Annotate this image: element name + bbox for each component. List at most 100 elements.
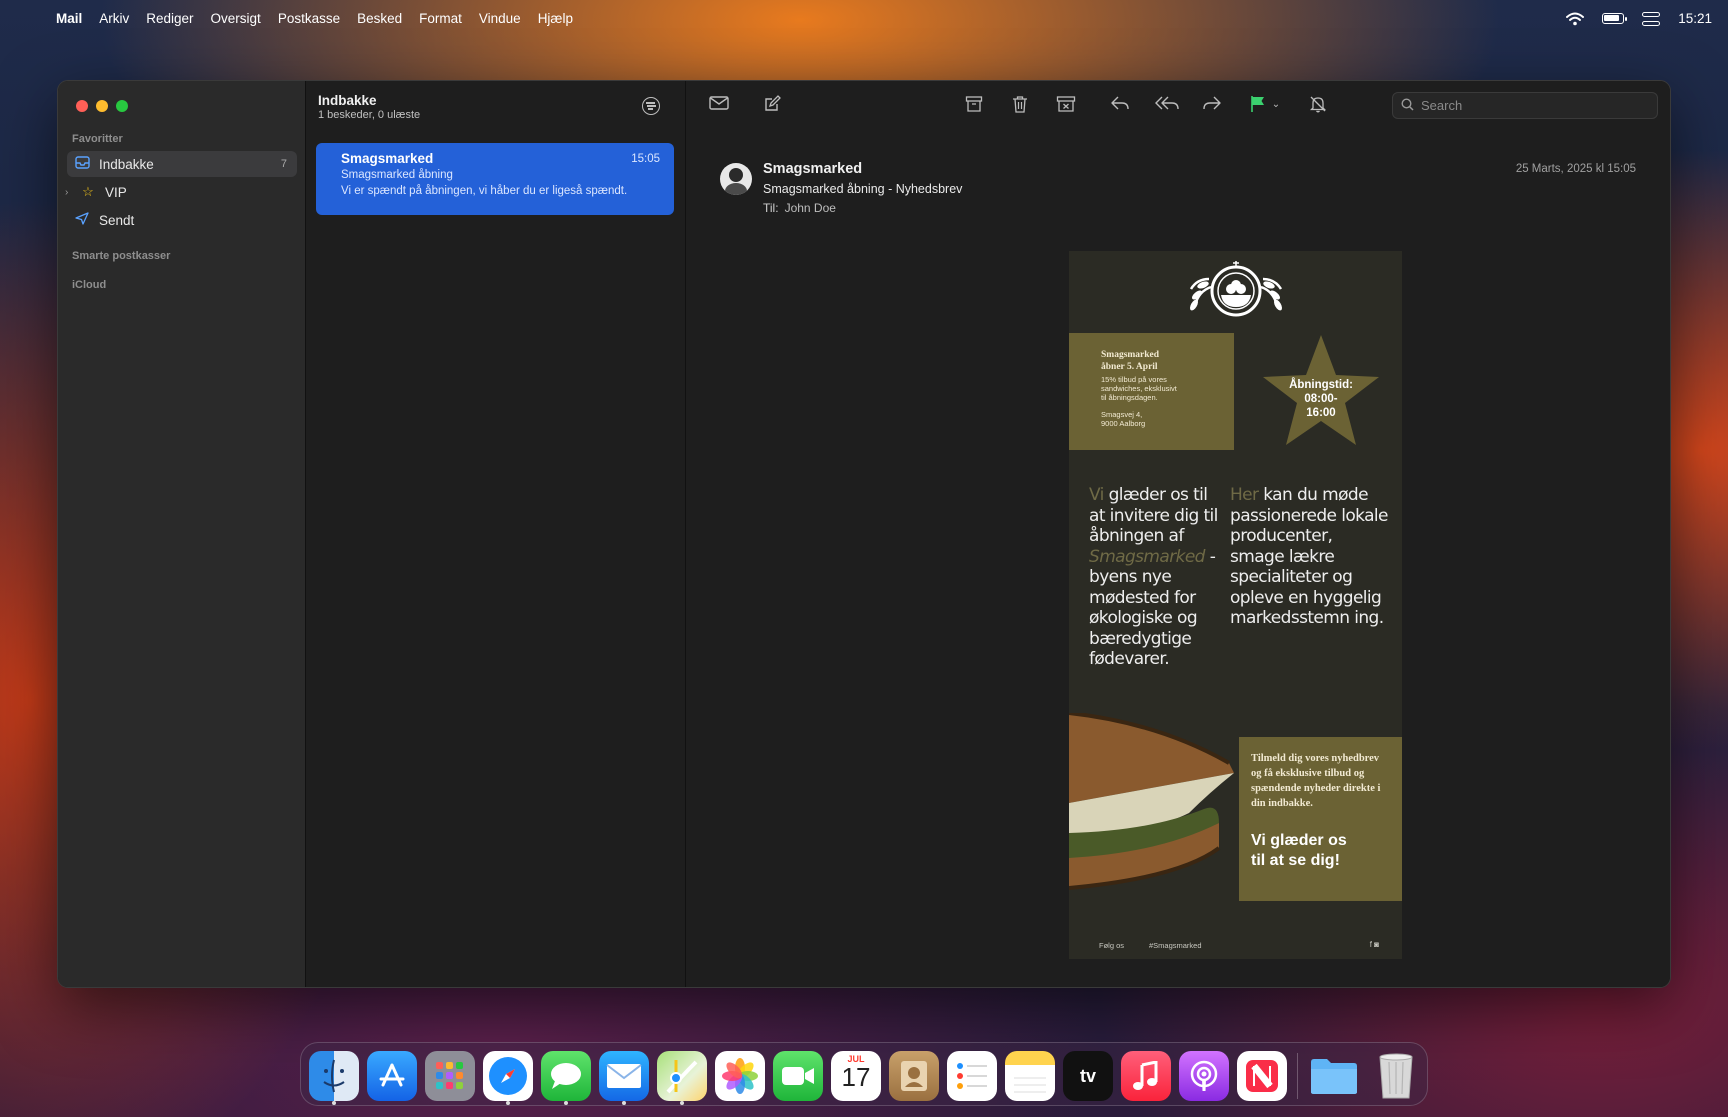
message-header-date: 25 Marts, 2025 kl 15:05: [1515, 163, 1636, 175]
contacts-icon[interactable]: [889, 1051, 939, 1101]
newsletter-image: Smagsmarked åbner 5. April 15% tilbud på…: [1069, 251, 1402, 959]
message-sender: Smagsmarked: [341, 151, 434, 166]
icloud-section-label[interactable]: iCloud: [72, 279, 106, 291]
offer-line-3: til åbningsdagen.: [1101, 393, 1158, 402]
opening-address: Smagsvej 4, 9000 Aalborg: [1101, 410, 1218, 428]
junk-icon[interactable]: [1055, 95, 1077, 115]
intro-accent-word: Her: [1230, 485, 1259, 505]
mailbox-title: Indbakke: [318, 93, 377, 108]
facetime-icon[interactable]: [773, 1051, 823, 1101]
tray-icon: [73, 156, 91, 172]
folder-icon[interactable]: [1309, 1051, 1359, 1101]
mute-bell-icon[interactable]: [1307, 95, 1329, 115]
flag-icon[interactable]: [1247, 95, 1269, 115]
compose-icon[interactable]: [761, 95, 783, 115]
intro-text-c: kan du møde passionerede lokale producen…: [1230, 485, 1388, 628]
hashtag-label: #Smagsmarked: [1149, 941, 1202, 950]
reminders-icon[interactable]: [947, 1051, 997, 1101]
mail-icon[interactable]: [599, 1051, 649, 1101]
window-controls: [76, 100, 128, 112]
menu-bar: Mail Arkiv Rediger Oversigt Postkasse Be…: [0, 0, 1728, 37]
address-line-2: 9000 Aalborg: [1101, 419, 1146, 428]
get-mail-envelope-icon[interactable]: [708, 95, 730, 115]
mailbox-subtitle: 1 beskeder, 0 ulæste: [318, 109, 421, 121]
sandwich-illustration-icon: [1069, 713, 1234, 890]
menu-besked[interactable]: Besked: [357, 11, 402, 26]
newsletter-signup-box: Tilmeld dig vores nyhedbrev og få eksklu…: [1239, 737, 1402, 901]
tv-label: tv: [1079, 1065, 1096, 1086]
intro-text-a: glæder os til at invitere dig til åbning…: [1089, 485, 1218, 546]
message-preview: Vi er spændt på åbningen, vi håber du er…: [341, 185, 628, 197]
hours-label: Åbningstid:: [1289, 379, 1353, 391]
maps-icon[interactable]: [657, 1051, 707, 1101]
menu-hjaelp[interactable]: Hjælp: [538, 11, 573, 26]
favorites-section-label[interactable]: Favoritter: [72, 133, 123, 145]
launchpad-icon[interactable]: [425, 1051, 475, 1101]
social-icons[interactable]: f ◙: [1370, 940, 1379, 949]
reply-icon[interactable]: [1109, 95, 1131, 115]
dock: JUL 17 tv: [300, 1042, 1428, 1106]
signup-headline-line1: Vi glæder os: [1251, 832, 1347, 849]
music-icon[interactable]: [1121, 1051, 1171, 1101]
safari-icon[interactable]: [483, 1051, 533, 1101]
smagsmarked-logo-icon: [1189, 261, 1283, 317]
menu-arkiv[interactable]: Arkiv: [99, 11, 129, 26]
message-header-subject: Smagsmarked åbning - Nyhedsbrev: [763, 182, 963, 196]
sidebar-item-label: VIP: [105, 184, 127, 200]
zoom-button[interactable]: [116, 100, 128, 112]
finder-icon[interactable]: [309, 1051, 359, 1101]
menu-oversigt[interactable]: Oversigt: [211, 11, 261, 26]
archive-icon[interactable]: [963, 95, 985, 115]
menu-postkasse[interactable]: Postkasse: [278, 11, 340, 26]
news-icon[interactable]: [1237, 1051, 1287, 1101]
photos-icon[interactable]: [715, 1051, 765, 1101]
menu-app-name[interactable]: Mail: [56, 11, 82, 26]
signup-headline: Vi glæder os til at se dig!: [1251, 831, 1392, 871]
calendar-icon[interactable]: JUL 17: [831, 1051, 881, 1101]
hours-line-1: 08:00-: [1304, 393, 1338, 405]
opening-info-box: Smagsmarked åbner 5. April 15% tilbud på…: [1069, 333, 1234, 450]
intro-brand-name: Smagsmarked: [1089, 546, 1205, 567]
opening-hours: Åbningstid: 08:00- 16:00: [1259, 378, 1383, 420]
trash-can-icon[interactable]: [1371, 1051, 1421, 1101]
sidebar-item-vip[interactable]: › ☆ VIP: [65, 179, 297, 205]
menu-rediger[interactable]: Rediger: [146, 11, 193, 26]
menu-format[interactable]: Format: [419, 11, 462, 26]
signup-headline-line2: til at se dig!: [1251, 852, 1340, 869]
follow-label: Følg os: [1099, 941, 1125, 950]
sidebar-item-label: Indbakke: [99, 156, 154, 172]
notes-icon[interactable]: [1005, 1051, 1055, 1101]
reply-all-icon[interactable]: [1155, 95, 1181, 115]
filter-icon[interactable]: [642, 97, 660, 115]
search-input[interactable]: [1421, 98, 1621, 113]
chevron-down-icon[interactable]: ⌄: [1269, 95, 1283, 115]
sidebar-item-sendt[interactable]: Sendt: [67, 207, 297, 233]
sidebar: Favoritter Indbakke 7 › ☆ VIP Sendt Smar…: [58, 81, 306, 987]
newsletter-footer: Følg os #Smagsmarked f ◙: [1099, 940, 1379, 950]
smart-mailboxes-section-label[interactable]: Smarte postkasser: [72, 250, 170, 262]
menu-clock[interactable]: 15:21: [1678, 11, 1712, 26]
messages-icon[interactable]: [541, 1051, 591, 1101]
recipient-name[interactable]: John Doe: [785, 201, 836, 215]
menu-vindue[interactable]: Vindue: [479, 11, 521, 26]
forward-icon[interactable]: [1201, 95, 1223, 115]
control-center-icon[interactable]: [1642, 11, 1661, 26]
battery-icon[interactable]: [1602, 13, 1628, 24]
disclosure-chevron-icon[interactable]: ›: [65, 187, 68, 198]
opening-offer: 15% tilbud på vores sandwiches, eksklusi…: [1101, 375, 1218, 402]
offer-line-1: 15% tilbud på vores: [1101, 375, 1167, 384]
list-item[interactable]: Smagsmarked 15:05 Smagsmarked åbning Vi …: [316, 143, 674, 215]
sidebar-item-indbakke[interactable]: Indbakke 7: [67, 151, 297, 177]
signup-text: Tilmeld dig vores nyhedbrev og få eksklu…: [1251, 753, 1381, 809]
minimize-button[interactable]: [96, 100, 108, 112]
podcasts-icon[interactable]: [1179, 1051, 1229, 1101]
trash-icon[interactable]: [1009, 95, 1031, 115]
close-button[interactable]: [76, 100, 88, 112]
apple-tv-icon[interactable]: tv: [1063, 1051, 1113, 1101]
message-reader-pane: ⌄ Smagsmarked Smagsmarked åbning - Nyhed…: [686, 81, 1670, 987]
app-store-icon[interactable]: [367, 1051, 417, 1101]
wifi-icon[interactable]: [1566, 12, 1585, 26]
address-line-1: Smagsvej 4,: [1101, 410, 1143, 419]
search-field[interactable]: [1392, 92, 1658, 119]
opening-title-line1: Smagsmarked: [1101, 350, 1160, 360]
